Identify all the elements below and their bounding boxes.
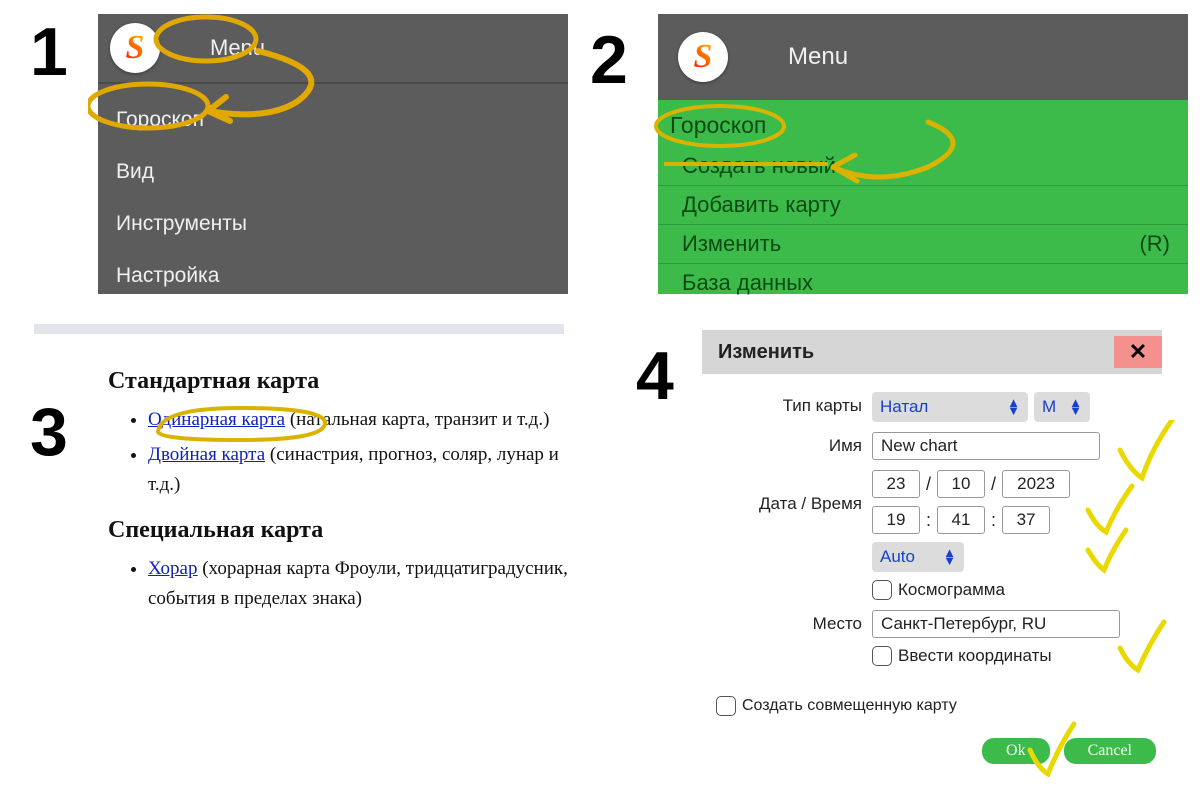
time-sep: : bbox=[924, 510, 933, 531]
input-hour[interactable]: 19 bbox=[872, 506, 920, 534]
dialog-header: Изменить ✕ bbox=[702, 330, 1162, 374]
checkbox-label: Космограмма bbox=[898, 580, 1005, 600]
input-month[interactable]: 10 bbox=[937, 470, 985, 498]
heading-special-chart: Специальная карта bbox=[108, 517, 568, 544]
cancel-button[interactable]: Cancel bbox=[1064, 738, 1156, 764]
date-sep: / bbox=[989, 474, 998, 495]
app-logo-icon: S bbox=[110, 23, 160, 73]
submenu-item-database[interactable]: База данных bbox=[658, 264, 1188, 302]
submenu-title-horoscope[interactable]: Гороскоп bbox=[658, 100, 1188, 147]
submenu-item-edit[interactable]: Изменить (R) bbox=[658, 225, 1188, 264]
checkbox-icon bbox=[872, 646, 892, 666]
chevron-updown-icon: ▲▼ bbox=[943, 549, 956, 565]
chevron-updown-icon: ▲▼ bbox=[1007, 399, 1020, 415]
input-minute[interactable]: 41 bbox=[937, 506, 985, 534]
desc-text: (хорарная карта Фроули, тридцатиградусни… bbox=[148, 558, 568, 608]
app-logo-icon: S bbox=[678, 32, 728, 82]
input-second[interactable]: 37 bbox=[1002, 506, 1050, 534]
menu-item-horoscope[interactable]: Гороскоп bbox=[112, 94, 568, 146]
submenu-label: Создать новый bbox=[682, 153, 836, 179]
panel-2-submenu: S Menu Гороскоп Создать новый Добавить к… bbox=[658, 14, 1188, 294]
checkbox-cosmogram[interactable]: Космограмма bbox=[872, 580, 1005, 600]
step-number-2: 2 bbox=[590, 26, 628, 94]
submenu-item-create-new[interactable]: Создать новый bbox=[658, 147, 1188, 186]
list-item: Хорар (хорарная карта Фроули, тридцатигр… bbox=[148, 554, 568, 613]
select-value: М bbox=[1042, 397, 1056, 417]
checkbox-label: Ввести координаты bbox=[898, 646, 1052, 666]
input-name[interactable]: New chart bbox=[872, 432, 1100, 460]
menu-label[interactable]: Menu bbox=[788, 43, 848, 71]
panel2-topbar: S Menu bbox=[658, 14, 1188, 100]
label-name: Имя bbox=[702, 432, 872, 456]
select-chart-type[interactable]: Натал ▲▼ bbox=[872, 392, 1028, 422]
checkbox-combined-chart[interactable]: Создать совмещенную карту bbox=[716, 696, 1162, 716]
checkbox-enter-coords[interactable]: Ввести координаты bbox=[872, 646, 1052, 666]
label-place: Место bbox=[702, 610, 872, 634]
time-sep: : bbox=[989, 510, 998, 531]
menu-item-tools[interactable]: Инструменты bbox=[112, 198, 568, 250]
panel-4-edit-dialog: Изменить ✕ Тип карты Натал ▲▼ М ▲▼ Имя N… bbox=[702, 330, 1162, 764]
dialog-title: Изменить bbox=[718, 341, 814, 364]
link-horar[interactable]: Хорар bbox=[148, 558, 197, 579]
close-icon: ✕ bbox=[1129, 339, 1147, 365]
submenu-label: Изменить bbox=[682, 231, 781, 257]
submenu-label: Добавить карту bbox=[682, 192, 841, 218]
input-place[interactable]: Санкт-Петербург, RU bbox=[872, 610, 1120, 638]
link-single-chart[interactable]: Одинарная карта bbox=[148, 409, 285, 430]
desc-text: (натальная карта, транзит и т.д.) bbox=[285, 409, 549, 430]
checkbox-icon bbox=[716, 696, 736, 716]
submenu-shortcut: (R) bbox=[1139, 231, 1170, 257]
menu-item-view[interactable]: Вид bbox=[112, 146, 568, 198]
select-value: Натал bbox=[880, 397, 928, 417]
link-double-chart[interactable]: Двойная карта bbox=[148, 444, 265, 465]
panel-3-chart-types: Стандартная карта Одинарная карта (натал… bbox=[108, 354, 568, 631]
panel-1-menu: S Menu Гороскоп Вид Инструменты Настройк… bbox=[98, 14, 568, 294]
list-item: Одинарная карта (натальная карта, транзи… bbox=[148, 405, 568, 434]
label-datetime: Дата / Время bbox=[702, 470, 872, 514]
checkbox-label: Создать совмещенную карту bbox=[742, 697, 957, 715]
ok-button[interactable]: Ok bbox=[982, 738, 1050, 764]
date-sep: / bbox=[924, 474, 933, 495]
close-button[interactable]: ✕ bbox=[1114, 336, 1162, 368]
menu-label[interactable]: Menu bbox=[210, 35, 265, 61]
select-timezone[interactable]: Auto ▲▼ bbox=[872, 542, 964, 572]
select-value: Auto bbox=[880, 547, 915, 567]
submenu-label: База данных bbox=[682, 270, 813, 296]
heading-standard-chart: Стандартная карта bbox=[108, 368, 568, 395]
step-number-4: 4 bbox=[636, 342, 674, 410]
chevron-updown-icon: ▲▼ bbox=[1069, 399, 1082, 415]
divider bbox=[34, 324, 564, 334]
select-gender[interactable]: М ▲▼ bbox=[1034, 392, 1090, 422]
menu-item-settings[interactable]: Настройка bbox=[112, 250, 568, 302]
label-chart-type: Тип карты bbox=[702, 392, 872, 416]
input-year[interactable]: 2023 bbox=[1002, 470, 1070, 498]
panel1-topbar: S Menu bbox=[98, 14, 568, 84]
step-number-3: 3 bbox=[30, 398, 68, 466]
input-day[interactable]: 23 bbox=[872, 470, 920, 498]
step-number-1: 1 bbox=[30, 18, 68, 86]
list-item: Двойная карта (синастрия, прогноз, соляр… bbox=[148, 440, 568, 499]
submenu-item-add-chart[interactable]: Добавить карту bbox=[658, 186, 1188, 225]
checkbox-icon bbox=[872, 580, 892, 600]
